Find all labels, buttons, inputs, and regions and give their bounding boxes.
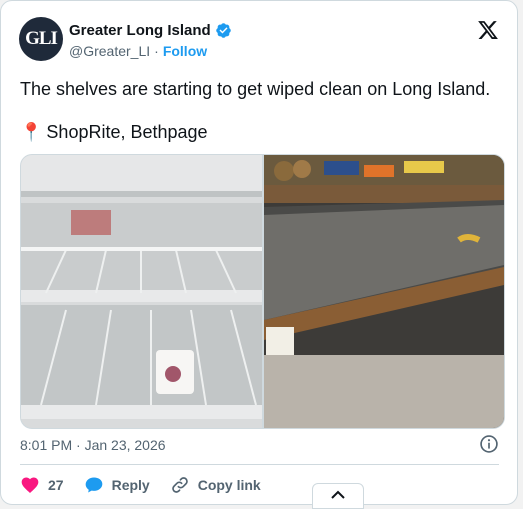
divider xyxy=(20,464,499,465)
heart-icon xyxy=(20,475,40,495)
reply-label: Reply xyxy=(111,477,150,493)
action-bar: 27 Reply Copy link xyxy=(20,475,281,495)
reply-bubble-icon xyxy=(84,475,104,495)
media-grid: 54 xyxy=(20,154,505,429)
verified-badge-icon xyxy=(215,22,232,39)
author-handle-row: @Greater_LI · Follow xyxy=(69,43,207,59)
reply-button[interactable]: Reply xyxy=(84,475,150,495)
link-icon xyxy=(170,475,190,495)
location-text: ShopRite, Bethpage xyxy=(46,122,208,142)
copy-link-button[interactable]: Copy link xyxy=(170,475,261,495)
pin-icon: 📍 xyxy=(20,122,43,142)
photo-empty-produce[interactable]: 54 xyxy=(263,155,505,428)
photo-empty-shelves[interactable] xyxy=(21,155,262,428)
author-handle[interactable]: @Greater_LI xyxy=(69,43,150,59)
like-button[interactable]: 27 xyxy=(20,475,64,495)
tweet-text: The shelves are starting to get wiped cl… xyxy=(20,79,491,99)
copy-link-label: Copy link xyxy=(197,477,261,493)
follow-button[interactable]: Follow xyxy=(163,43,207,59)
author-display-name[interactable]: Greater Long Island xyxy=(69,22,211,39)
tweet-card: GLI Greater Long Island @Greater_LI · Fo… xyxy=(0,0,518,505)
like-count: 27 xyxy=(48,477,64,493)
separator-dot: · xyxy=(154,43,159,59)
scroll-up-button[interactable] xyxy=(312,483,364,509)
tweet-timestamp[interactable]: 8:01 PM · Jan 23, 2026 xyxy=(20,437,166,453)
tweet-location-line: 📍 ShopRite, Bethpage xyxy=(20,122,208,143)
avatar[interactable]: GLI xyxy=(19,17,63,61)
author-name-row: Greater Long Island xyxy=(69,22,232,39)
chevron-up-icon xyxy=(330,488,346,506)
x-logo-icon[interactable] xyxy=(477,19,499,41)
info-icon[interactable] xyxy=(479,434,499,454)
